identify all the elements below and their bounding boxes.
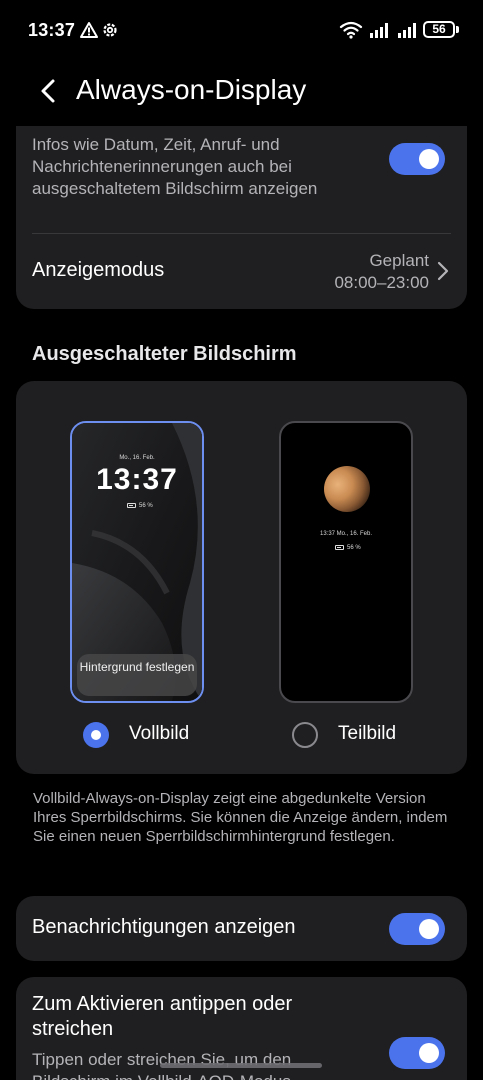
fullscreen-info-text: Vollbild-Always-on-Display zeigt eine ab… [33,790,448,845]
navigation-handle[interactable] [160,1063,322,1068]
status-bar: 13:37 56 [0,0,483,60]
status-time: 13:37 [28,20,76,40]
preview-date: Mo., 16. Feb. [119,455,155,461]
battery-tip [456,26,459,33]
radio-partial[interactable] [292,722,318,748]
aod-toggle[interactable] [389,143,445,175]
radio-fullscreen-label[interactable]: Vollbild [129,723,189,745]
page-title: Always-on-Display [76,74,307,105]
aod-settings-card: Infos wie Datum, Zeit, Anruf- und Nachri… [16,126,467,309]
partial-preview[interactable]: 13:37 Mo., 16. Feb. 56 % [279,421,413,703]
display-mode-value-line1: Geplant [369,251,429,270]
battery-icon [127,503,136,508]
display-mode-label: Anzeigemodus [32,259,165,281]
tap-to-activate-toggle[interactable] [389,1037,445,1069]
chevron-right-icon [437,261,449,281]
toggle-knob [419,149,439,169]
wifi-icon [339,21,363,39]
section-title: Ausgeschalteter Bildschirm [32,343,297,365]
preview-battery-text: 56 % [139,503,153,510]
radio-partial-label[interactable]: Teilbild [338,723,396,745]
set-wallpaper-button[interactable]: Hintergrund festlegen [77,654,197,696]
battery-icon: 56 [423,21,455,38]
gear-icon [103,23,117,37]
aod-description: Infos wie Datum, Zeit, Anruf- und Nachri… [32,135,318,198]
radio-fullscreen[interactable] [83,722,109,748]
fullscreen-preview[interactable]: Mo., 16. Feb. 13:37 56 % Hintergrund fes… [70,421,204,703]
preview-battery: 56 % [335,545,361,551]
notifications-toggle[interactable] [389,913,445,945]
notifications-label: Benachrichtigungen anzeigen [32,916,296,938]
preview-battery-text: 56 % [347,545,361,552]
display-mode-value-line2: 08:00–23:00 [334,273,429,292]
toggle-knob [419,1043,439,1063]
tap-to-activate-label: Zum Aktivieren antippen oder streichen [32,993,293,1040]
planet-image [324,466,370,512]
toggle-knob [419,919,439,939]
preview-time: 13:37 [96,463,178,496]
preview-info: 13:37 Mo., 16. Feb. [319,531,373,537]
display-mode-row[interactable]: Anzeigemodus Geplant 08:00–23:00 [16,234,467,309]
signal-icon-2 [398,23,416,38]
preview-battery: 56 % [127,503,153,509]
signal-icon [370,23,388,38]
battery-icon [335,545,344,550]
battery-level: 56 [432,22,446,36]
notifications-card[interactable]: Benachrichtigungen anzeigen [16,896,467,961]
back-button[interactable] [32,74,64,108]
warning-icon [80,22,98,38]
back-arrow-icon [41,79,55,103]
display-mode-value: Geplant 08:00–23:00 [334,250,429,294]
screen: 13:37 56 Always-on-Display Infos wie Dat… [0,0,483,1080]
